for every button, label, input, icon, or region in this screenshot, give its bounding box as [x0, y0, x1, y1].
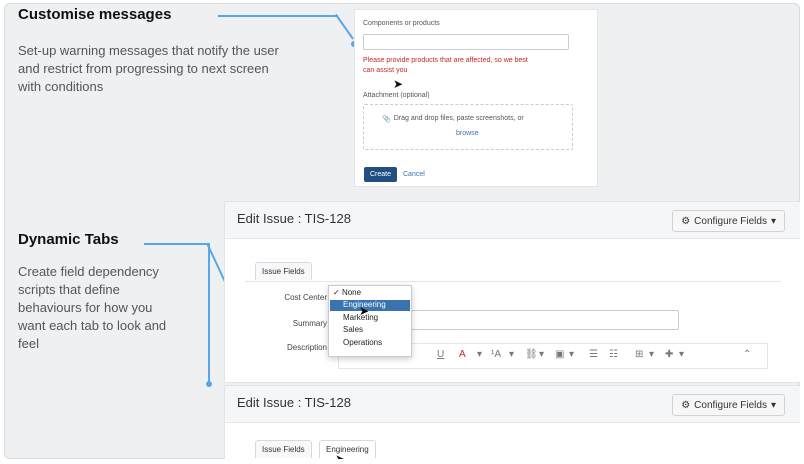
summary-input[interactable] — [411, 310, 679, 330]
attachment-label: Attachment (optional) — [363, 92, 430, 99]
caret-down-icon[interactable]: ▾ — [509, 349, 514, 360]
mouse-pointer-icon: ➤ — [393, 77, 404, 91]
cost-center-label: Cost Center — [284, 293, 327, 302]
attachment-dropzone[interactable]: 📎 Drag and drop files, paste screenshots… — [363, 104, 573, 150]
dialog-title: Edit Issue : TIS-128 — [237, 395, 351, 410]
configure-fields-button[interactable]: ⚙ Configure Fields ▾ — [672, 394, 785, 416]
customise-text-line: and restrict from progressing to next sc… — [18, 61, 269, 76]
validation-error-message: Please provide products that are affecte… — [363, 56, 573, 76]
caret-down-icon[interactable]: ▾ — [477, 349, 482, 360]
mouse-pointer-icon: ➤ — [359, 304, 370, 318]
dropdown-option-operations[interactable]: Operations — [343, 338, 382, 347]
customise-messages-title: Customise messages — [18, 6, 172, 23]
dropdown-option-sales[interactable]: Sales — [343, 325, 363, 334]
caret-down-icon[interactable]: ▾ — [539, 349, 544, 360]
tutorial-frame: Customise messages Set-up warning messag… — [4, 3, 800, 459]
customise-text-line: Set-up warning messages that notify the … — [18, 43, 279, 58]
mouse-pointer-icon: ➤ — [335, 452, 346, 459]
components-label: Components or products — [363, 20, 440, 27]
dynamic-text-line: want each tab to look and — [18, 318, 167, 333]
dynamic-tabs-title: Dynamic Tabs — [18, 231, 119, 248]
configure-fields-label: Configure Fields — [694, 215, 767, 227]
configure-fields-button[interactable]: ⚙ Configure Fields ▾ — [672, 210, 785, 232]
tab-issue-fields[interactable]: Issue Fields — [255, 440, 312, 458]
gear-icon: ⚙ — [681, 215, 691, 227]
dropdown-option-none[interactable]: ✓ None — [333, 288, 361, 297]
connector-line — [208, 243, 210, 385]
link-icon[interactable]: ⛓ — [525, 349, 538, 360]
configure-fields-label: Configure Fields — [694, 399, 767, 411]
dynamic-tabs-text: Create field dependency scripts that def… — [18, 263, 208, 353]
tab-divider — [245, 281, 781, 282]
error-line: Please provide products that are affecte… — [363, 57, 528, 64]
bullet-list-icon[interactable]: ☰ — [589, 349, 598, 360]
connector-line — [335, 13, 354, 40]
caret-down-icon[interactable]: ▾ — [679, 349, 684, 360]
checkmark-icon: ✓ — [333, 288, 340, 297]
dialog-header: Edit Issue : TIS-128 ⚙ Configure Fields … — [225, 386, 800, 423]
caret-down-icon[interactable]: ▾ — [649, 349, 654, 360]
browse-link[interactable]: browse — [456, 130, 479, 137]
tab-issue-fields[interactable]: Issue Fields — [255, 262, 312, 280]
dialog-header: Edit Issue : TIS-128 ⚙ Configure Fields … — [225, 202, 800, 239]
caret-down-icon: ▾ — [770, 215, 776, 227]
description-label: Description — [286, 343, 327, 352]
components-input[interactable] — [363, 34, 569, 50]
font-size-icon[interactable]: ¹A — [491, 349, 501, 360]
create-form-screenshot: Components or products Please provide pr… — [354, 9, 598, 187]
tab-engineering[interactable]: Engineering — [319, 440, 376, 458]
dropzone-instructions: 📎 Drag and drop files, paste screenshots… — [382, 115, 524, 123]
edit-issue-dialog-2: Edit Issue : TIS-128 ⚙ Configure Fields … — [224, 385, 800, 459]
cost-center-dropdown[interactable]: ✓ None Engineering Marketing Sales Opera… — [328, 285, 412, 357]
create-button[interactable]: Create — [364, 167, 398, 182]
add-icon[interactable]: ✚ — [665, 349, 673, 360]
dynamic-text-line: feel — [18, 336, 39, 351]
connector-line — [144, 243, 208, 245]
table-icon[interactable]: ⊞ — [635, 349, 643, 360]
dynamic-text-line: scripts that define — [18, 282, 120, 297]
underline-icon[interactable]: U — [437, 349, 444, 360]
numbered-list-icon[interactable]: ☷ — [609, 349, 618, 360]
customise-text-line: with conditions — [18, 79, 104, 94]
image-icon[interactable]: ▣ — [555, 349, 564, 360]
summary-label: Summary — [292, 319, 327, 328]
caret-down-icon: ▾ — [770, 399, 776, 411]
connector-dot — [206, 381, 212, 387]
caret-down-icon[interactable]: ▾ — [569, 349, 574, 360]
dialog-title: Edit Issue : TIS-128 — [237, 211, 351, 226]
error-line: can assist you — [363, 67, 408, 74]
dropzone-text: Drag and drop files, paste screenshots, … — [393, 115, 524, 122]
gear-icon: ⚙ — [681, 399, 691, 411]
connector-line — [218, 15, 338, 17]
cancel-link[interactable]: Cancel — [403, 171, 425, 178]
dynamic-text-line: Create field dependency — [18, 264, 159, 279]
collapse-icon[interactable]: ⌃ — [743, 349, 751, 360]
dynamic-text-line: behaviours for how you — [18, 300, 153, 315]
customise-messages-text: Set-up warning messages that notify the … — [18, 42, 338, 96]
paperclip-icon: 📎 — [382, 116, 391, 123]
text-color-icon[interactable]: A — [459, 349, 466, 360]
